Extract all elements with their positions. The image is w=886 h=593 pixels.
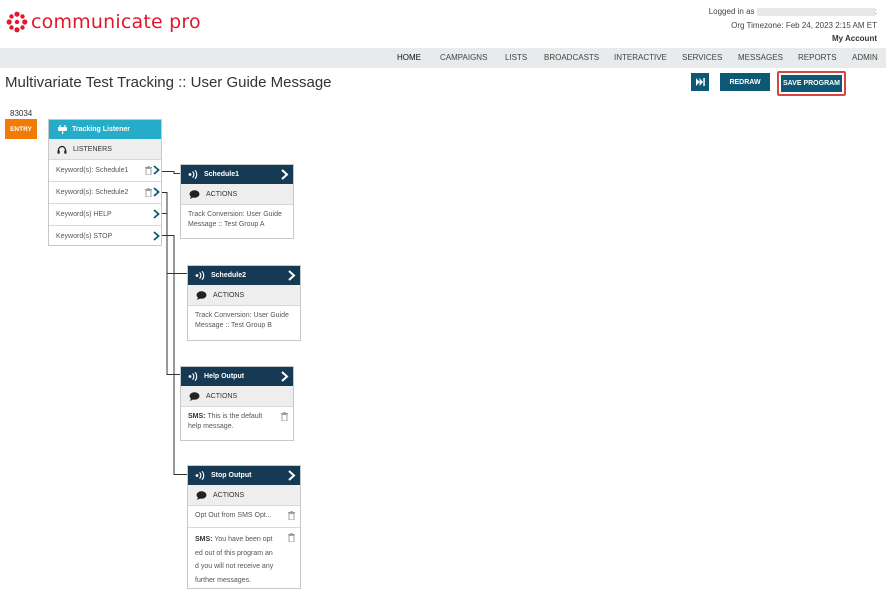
sms-label: SMS: <box>188 413 206 420</box>
trash-icon[interactable] <box>145 166 152 175</box>
chevron-right-icon[interactable] <box>280 371 289 382</box>
actions-label: ACTIONS <box>213 491 245 499</box>
headphones-icon <box>57 145 67 154</box>
schedule1-node[interactable]: Schedule1 ACTIONS Track Conversion: User… <box>180 164 294 239</box>
schedule1-title: Schedule1 <box>204 171 240 178</box>
stop-output-node[interactable]: Stop Output ACTIONS Opt Out from SMS Opt… <box>187 465 301 589</box>
optout-action[interactable]: Opt Out from SMS Opt... <box>188 506 300 528</box>
actions-label: ACTIONS <box>206 190 238 198</box>
tracking-listener-node[interactable]: Tracking Listener LISTENERS Keyword(s): … <box>48 119 162 246</box>
help-output-title: Help Output <box>204 373 245 380</box>
listener-row-label: Keyword(s): Schedule1 <box>56 167 129 174</box>
signal-waves-icon <box>188 372 198 381</box>
action-description: Track Conversion: User Guide Message :: … <box>195 312 289 329</box>
action-description: Track Conversion: User Guide Message :: … <box>188 211 282 228</box>
connector-lines <box>161 171 188 475</box>
signal-waves-icon <box>195 471 205 480</box>
chevron-right-icon[interactable] <box>153 231 160 241</box>
chat-bubble-icon <box>196 490 207 500</box>
chevron-right-icon[interactable] <box>287 270 296 281</box>
sms-label: SMS: <box>195 536 213 543</box>
schedule2-node[interactable]: Schedule2 ACTIONS Track Conversion: User… <box>187 265 301 341</box>
listeners-label: LISTENERS <box>73 145 112 153</box>
listener-row-label: Keyword(s): Schedule2 <box>56 189 129 196</box>
actions-section: ACTIONS <box>188 485 300 506</box>
listener-row-schedule2[interactable]: Keyword(s): Schedule2 <box>49 182 161 204</box>
stop-output-title: Stop Output <box>211 472 252 479</box>
tracking-listener-title: Tracking Listener <box>72 126 130 133</box>
tracking-listener-header[interactable]: Tracking Listener <box>49 120 161 139</box>
optout-action-label: Opt Out from SMS Opt... <box>195 512 272 519</box>
actions-label: ACTIONS <box>213 291 245 299</box>
help-output-header[interactable]: Help Output <box>181 367 293 386</box>
chat-bubble-icon <box>189 189 200 199</box>
actions-section: ACTIONS <box>181 184 293 205</box>
schedule2-title: Schedule2 <box>211 272 247 279</box>
listener-row-stop[interactable]: Keyword(s) STOP <box>49 226 161 247</box>
signal-waves-icon <box>188 170 198 179</box>
chat-bubble-icon <box>196 290 207 300</box>
chevron-right-icon[interactable] <box>153 165 160 175</box>
listener-row-label: Keyword(s) STOP <box>56 233 113 240</box>
stop-output-header[interactable]: Stop Output <box>188 466 300 485</box>
listener-row-help[interactable]: Keyword(s) HELP <box>49 204 161 226</box>
listener-row-schedule1[interactable]: Keyword(s): Schedule1 <box>49 160 161 182</box>
signal-waves-icon <box>195 271 205 280</box>
chevron-right-icon[interactable] <box>287 470 296 481</box>
actions-section: ACTIONS <box>188 285 300 306</box>
actions-section: ACTIONS <box>181 386 293 407</box>
listener-row-label: Keyword(s) HELP <box>56 211 112 218</box>
chevron-right-icon[interactable] <box>153 209 160 219</box>
schedule2-header[interactable]: Schedule2 <box>188 266 300 285</box>
trash-icon[interactable] <box>288 533 295 542</box>
chevron-right-icon[interactable] <box>280 169 289 180</box>
chevron-right-icon[interactable] <box>153 187 160 197</box>
trash-icon[interactable] <box>281 412 288 421</box>
trash-icon[interactable] <box>288 511 295 520</box>
schedule2-action-text[interactable]: Track Conversion: User Guide Message :: … <box>188 306 300 336</box>
plug-icon <box>58 125 67 134</box>
schedule1-action-text[interactable]: Track Conversion: User Guide Message :: … <box>181 205 293 235</box>
trash-icon[interactable] <box>145 188 152 197</box>
chat-bubble-icon <box>189 391 200 401</box>
stop-sms-action[interactable]: SMS: You have been opted out of this pro… <box>188 528 300 592</box>
sms-message: You have been opted out of this program … <box>195 536 274 584</box>
actions-label: ACTIONS <box>206 392 238 400</box>
listeners-section: LISTENERS <box>49 139 161 160</box>
schedule1-header[interactable]: Schedule1 <box>181 165 293 184</box>
help-sms-action[interactable]: SMS: This is the default help message. <box>181 407 293 437</box>
help-output-node[interactable]: Help Output ACTIONS SMS: This is the def… <box>180 366 294 441</box>
